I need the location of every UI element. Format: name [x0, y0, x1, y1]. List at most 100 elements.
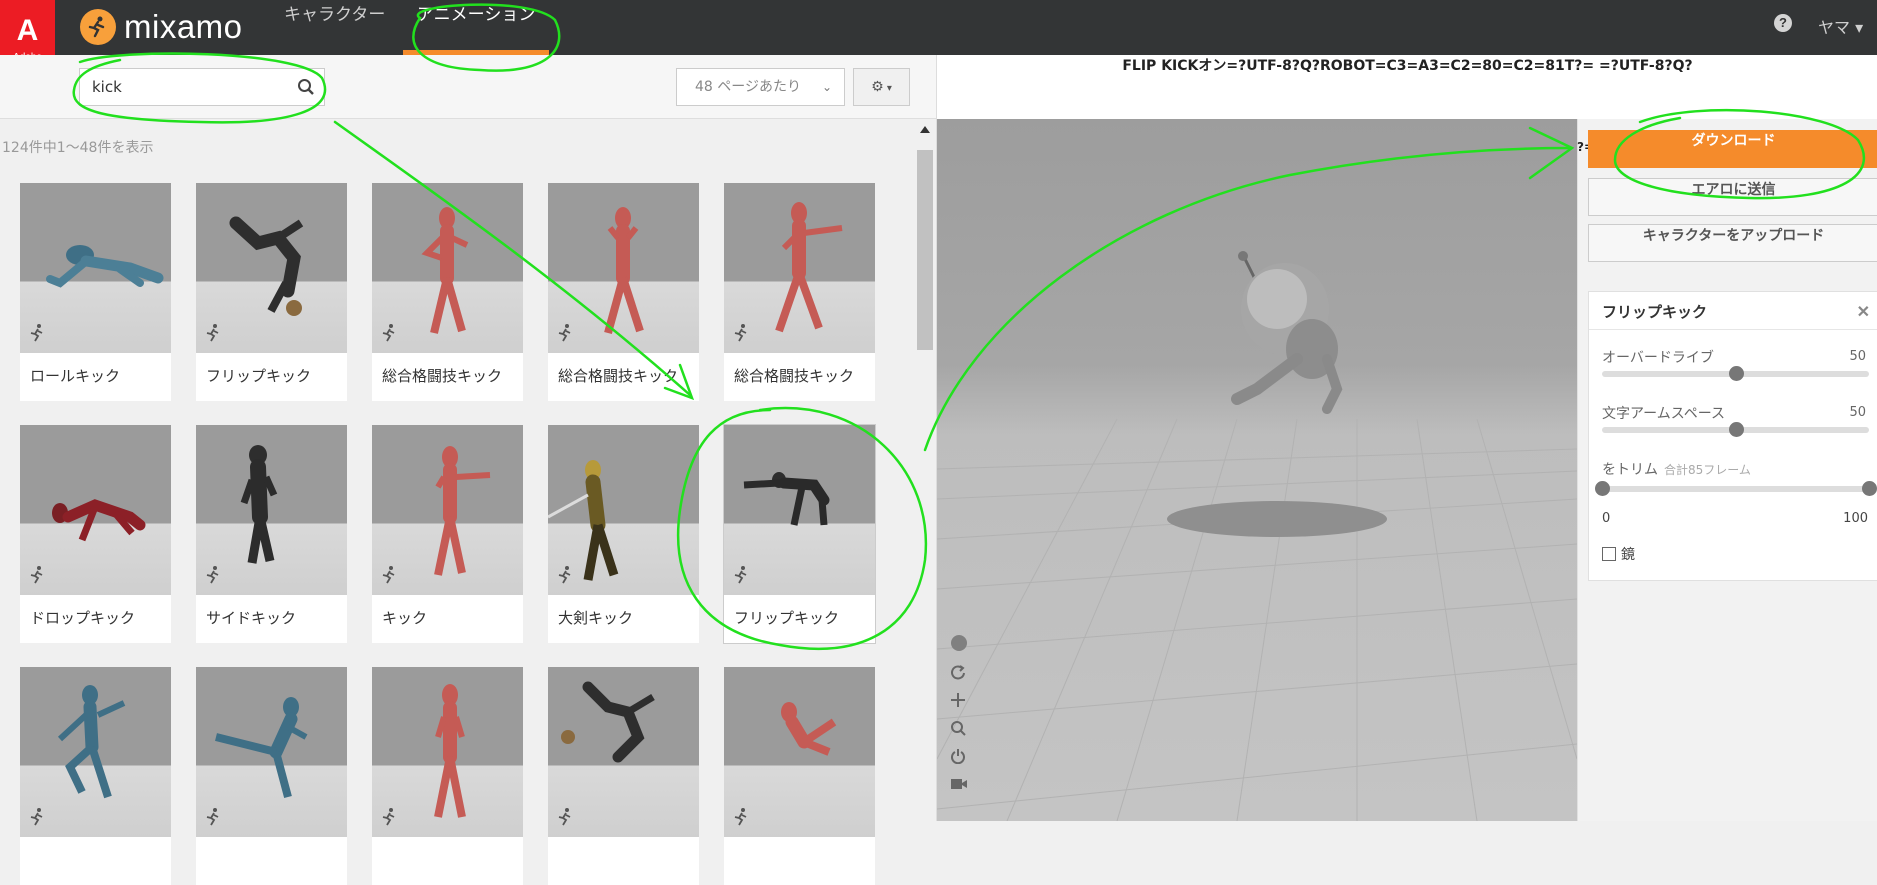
running-man-icon — [28, 565, 46, 589]
mirror-checkbox[interactable] — [1602, 547, 1616, 561]
per-page-select[interactable]: 48 ページあたり ⌄ — [676, 68, 845, 106]
action-sidebar: ?= ダウンロード エアロに送信 キャラクターをアップロード フリップキック ✕… — [1577, 119, 1877, 821]
overdrive-value: 50 — [1849, 349, 1866, 364]
animation-thumbnail — [196, 425, 347, 595]
animation-thumbnail — [20, 183, 171, 353]
gear-icon: ⚙ — [871, 79, 884, 95]
search-input[interactable] — [80, 69, 280, 105]
trim-min-value: 0 — [1602, 511, 1611, 526]
trim-end-knob[interactable] — [1862, 481, 1877, 496]
viewer-toolbar — [950, 634, 968, 803]
settings-title: フリップキック — [1602, 303, 1708, 321]
reset-view-icon[interactable] — [950, 664, 968, 684]
running-man-icon — [28, 807, 46, 831]
animation-card[interactable]: 総合格闘技キック — [372, 183, 523, 401]
caret-down-icon: ▾ — [883, 83, 892, 94]
zoom-icon[interactable] — [950, 720, 968, 740]
animation-label: ドロップキック — [30, 609, 136, 627]
running-man-icon — [732, 565, 750, 589]
chevron-down-icon: ⌄ — [821, 80, 832, 94]
preview-panel: FLIP KICKオン=?UTF-8?Q?ROBOT=C3=A3=C2=80=C… — [936, 55, 1877, 821]
pan-icon[interactable] — [950, 692, 968, 712]
slider-knob[interactable] — [1728, 366, 1744, 381]
animation-browser: 48 ページあたり ⌄ ⚙ ▾ 124件中1～48件を表示 ロールキック フリッ… — [0, 55, 936, 885]
scroll-up-arrow-icon[interactable] — [920, 126, 930, 133]
mirror-label: 鏡 — [1621, 547, 1635, 563]
animation-label: キック — [382, 609, 428, 627]
running-man-icon — [556, 323, 574, 347]
animation-thumbnail — [724, 183, 875, 353]
running-man-icon — [204, 323, 222, 347]
camera-icon[interactable] — [950, 776, 968, 795]
running-man-icon — [556, 807, 574, 831]
trim-label-text: をトリム — [1602, 462, 1658, 478]
running-man-icon — [204, 565, 222, 589]
animation-card[interactable] — [724, 667, 875, 885]
trim-frame-count: 合計85フレーム — [1664, 463, 1751, 477]
search-box[interactable] — [79, 68, 325, 106]
animation-card[interactable] — [20, 667, 171, 885]
arm-space-slider[interactable] — [1602, 422, 1869, 437]
send-to-aero-button[interactable]: エアロに送信 — [1588, 178, 1877, 216]
tab-animations[interactable]: アニメーション — [403, 0, 550, 55]
skeleton-icon[interactable] — [950, 634, 968, 656]
animation-thumbnail — [20, 667, 171, 837]
chevron-down-icon: ▾ — [1855, 18, 1864, 37]
animation-card[interactable]: ドロップキック — [20, 425, 171, 643]
tab-characters[interactable]: キャラクター — [270, 0, 399, 55]
animation-title: FLIP KICKオン=?UTF-8?Q?ROBOT=C3=A3=C2=80=C… — [1122, 58, 1693, 74]
animation-card[interactable] — [196, 667, 347, 885]
animation-label: 総合格闘技キック — [734, 367, 855, 385]
animation-thumbnail — [196, 183, 347, 353]
overdrive-slider[interactable] — [1602, 366, 1869, 381]
overdrive-label: オーバードライブ — [1602, 350, 1714, 366]
search-toolbar: 48 ページあたり ⌄ ⚙ ▾ — [0, 55, 936, 119]
trim-label: をトリム 合計85フレーム — [1602, 459, 1751, 479]
trim-max-value: 100 — [1843, 511, 1868, 526]
trim-range-slider[interactable] — [1595, 481, 1877, 496]
animation-card[interactable]: サイドキック — [196, 425, 347, 643]
animation-thumbnail — [196, 667, 347, 837]
mirror-option[interactable]: 鏡 — [1602, 544, 1635, 564]
animation-settings: フリップキック ✕ オーバードライブ 50 文字アームスペース 50 をトリム合… — [1588, 291, 1877, 581]
animation-card[interactable]: 大剣キック — [548, 425, 699, 643]
animation-card[interactable] — [372, 667, 523, 885]
close-icon[interactable]: ✕ — [1857, 302, 1870, 322]
mixamo-brand[interactable]: mixamo — [80, 6, 243, 48]
user-menu[interactable]: ヤマ ▾ — [1818, 14, 1863, 38]
animation-card[interactable]: 総合格闘技キック — [548, 183, 699, 401]
robot-character — [1231, 251, 1343, 414]
trim-start-knob[interactable] — [1595, 481, 1610, 496]
help-icon[interactable]: ? — [1774, 14, 1792, 32]
animation-thumbnail — [548, 425, 699, 595]
animation-card[interactable]: キック — [372, 425, 523, 643]
scroll-thumb[interactable] — [917, 150, 933, 350]
animation-card[interactable] — [548, 667, 699, 885]
floor-grid — [937, 418, 1577, 821]
settings-menu-button[interactable]: ⚙ ▾ — [853, 68, 910, 106]
running-man-icon — [732, 323, 750, 347]
scrollbar[interactable] — [917, 120, 933, 821]
animation-card[interactable]: ロールキック — [20, 183, 171, 401]
per-page-value: 48 ページあたり — [695, 79, 801, 95]
search-icon[interactable] — [297, 78, 315, 100]
animation-label: サイドキック — [206, 609, 297, 627]
running-man-icon — [732, 807, 750, 831]
animation-card[interactable]: フリップキック — [196, 183, 347, 401]
animation-thumbnail — [372, 425, 523, 595]
running-man-icon — [380, 323, 398, 347]
slider-knob[interactable] — [1728, 422, 1744, 437]
user-name: ヤマ — [1818, 18, 1851, 37]
character-shadow — [1167, 501, 1387, 537]
download-button[interactable]: ダウンロード — [1588, 130, 1877, 168]
upload-character-button[interactable]: キャラクターをアップロード — [1588, 224, 1877, 262]
3d-viewport[interactable] — [937, 119, 1577, 821]
animation-thumbnail — [20, 425, 171, 595]
animation-card-selected[interactable]: フリップキック — [724, 425, 875, 643]
animation-thumbnail — [724, 425, 875, 595]
top-bar: A Adobe mixamo キャラクター アニメーション ? ヤマ ▾ — [0, 0, 1877, 82]
power-icon[interactable] — [950, 748, 968, 768]
running-man-icon — [204, 807, 222, 831]
animation-card[interactable]: 総合格闘技キック — [724, 183, 875, 401]
running-man-icon — [28, 323, 46, 347]
